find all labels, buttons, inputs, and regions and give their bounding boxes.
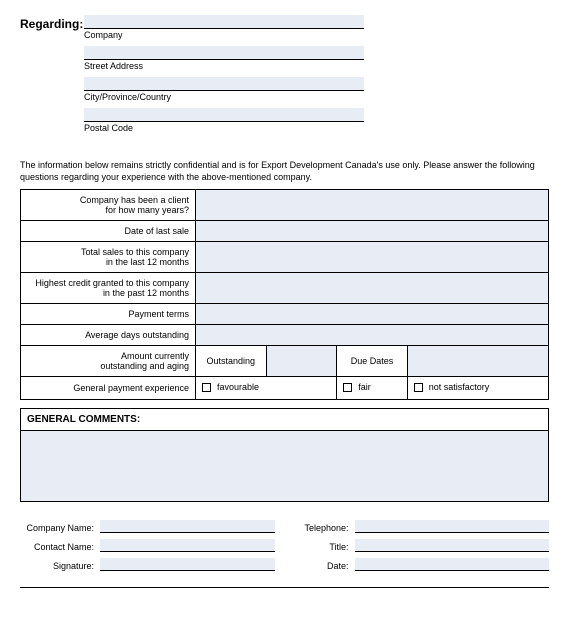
table-row: Date of last sale [21,221,549,242]
not-satisfactory-text: not satisfactory [429,382,490,392]
last-sale-label: Date of last sale [21,221,196,242]
regarding-title: Regarding: [20,15,80,31]
regarding-fields: Company Street Address City/Province/Cou… [84,15,364,139]
table-row: Highest credit granted to this company i… [21,273,549,304]
company-caption: Company [84,29,364,46]
signature-input[interactable] [100,558,275,571]
comments-section: GENERAL COMMENTS: [20,408,549,502]
highest-credit-label: Highest credit granted to this company i… [21,273,196,304]
contact-section: Company Name: Contact Name: Signature: T… [20,520,549,577]
title-label: Title: [295,542,355,552]
table-row: Average days outstanding [21,325,549,346]
title-input[interactable] [355,539,550,552]
due-dates-sublabel: Due Dates [337,346,408,377]
avg-days-input[interactable] [196,325,549,346]
favourable-checkbox[interactable] [202,383,211,392]
table-row: Amount currently outstanding and aging O… [21,346,549,377]
gpe-label: General payment experience [21,377,196,400]
regarding-section: Regarding: Company Street Address City/P… [20,15,549,139]
bottom-rule [20,587,549,588]
telephone-input[interactable] [355,520,550,533]
street-input[interactable] [84,46,364,60]
telephone-label: Telephone: [295,523,355,533]
postal-caption: Postal Code [84,122,364,139]
fair-text: fair [358,382,371,392]
outstanding-sublabel: Outstanding [196,346,267,377]
comments-title: GENERAL COMMENTS: [21,409,548,431]
questions-table: Company has been a client for how many y… [20,189,549,400]
due-dates-input[interactable] [407,346,548,377]
total-sales-input[interactable] [196,242,549,273]
city-input[interactable] [84,77,364,91]
payment-terms-label: Payment terms [21,304,196,325]
comments-input[interactable] [21,431,548,501]
date-label: Date: [295,561,355,571]
table-row: Company has been a client for how many y… [21,190,549,221]
outstanding-input[interactable] [266,346,337,377]
client-years-label: Company has been a client for how many y… [21,190,196,221]
company-name-label: Company Name: [20,523,100,533]
not-satisfactory-checkbox[interactable] [414,383,423,392]
highest-credit-input[interactable] [196,273,549,304]
fair-cell[interactable]: fair [337,377,408,400]
amount-current-label: Amount currently outstanding and aging [21,346,196,377]
table-row: Total sales to this company in the last … [21,242,549,273]
intro-text: The information below remains strictly c… [20,159,549,183]
street-caption: Street Address [84,60,364,77]
not-satisfactory-cell[interactable]: not satisfactory [407,377,548,400]
contact-name-label: Contact Name: [20,542,100,552]
contact-name-input[interactable] [100,539,275,552]
company-input[interactable] [84,15,364,29]
signature-label: Signature: [20,561,100,571]
payment-terms-input[interactable] [196,304,549,325]
fair-checkbox[interactable] [343,383,352,392]
favourable-text: favourable [217,382,259,392]
table-row: Payment terms [21,304,549,325]
table-row: General payment experience favourable fa… [21,377,549,400]
city-caption: City/Province/Country [84,91,364,108]
date-input[interactable] [355,558,550,571]
postal-input[interactable] [84,108,364,122]
client-years-input[interactable] [196,190,549,221]
last-sale-input[interactable] [196,221,549,242]
favourable-cell[interactable]: favourable [196,377,337,400]
avg-days-label: Average days outstanding [21,325,196,346]
total-sales-label: Total sales to this company in the last … [21,242,196,273]
company-name-input[interactable] [100,520,275,533]
